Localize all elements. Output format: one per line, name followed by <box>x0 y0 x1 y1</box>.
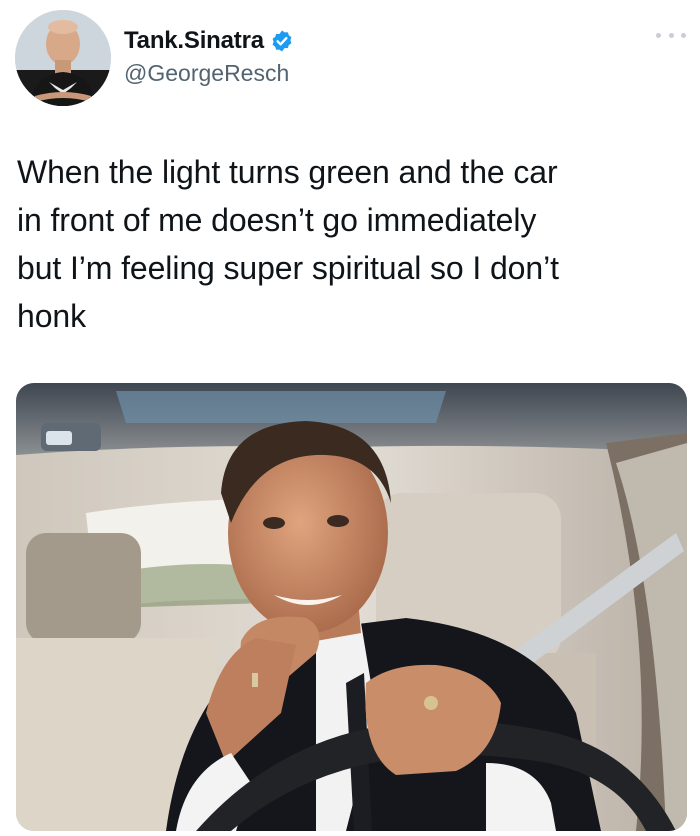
photo-man-driving-car <box>16 383 687 831</box>
handle[interactable]: @GeorgeResch <box>124 60 294 87</box>
more-dot <box>681 32 686 38</box>
more-options-icon[interactable] <box>656 28 686 42</box>
avatar[interactable] <box>15 10 111 106</box>
avatar-image <box>15 10 111 106</box>
tweet-card: Tank.Sinatra @GeorgeResch When the light… <box>0 0 700 836</box>
author-block: Tank.Sinatra @GeorgeResch <box>124 26 294 87</box>
name-row: Tank.Sinatra <box>124 26 294 56</box>
more-dot <box>668 32 674 38</box>
tweet-text: When the light turns green and the car i… <box>17 154 559 334</box>
display-name[interactable]: Tank.Sinatra <box>124 27 264 55</box>
more-dot <box>656 32 661 38</box>
verified-badge-icon <box>272 30 292 52</box>
tweet-photo[interactable] <box>16 383 687 831</box>
